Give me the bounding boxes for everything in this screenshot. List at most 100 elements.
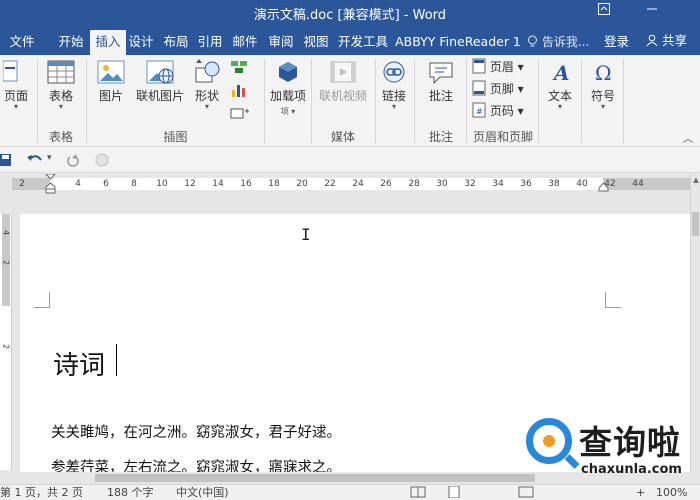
share-button[interactable]: 共享 [640, 28, 700, 55]
ruler-tick-label: 20 [296, 179, 308, 189]
group-separator [86, 59, 87, 143]
undo-icon[interactable] [26, 153, 44, 167]
share-label: 共享 [661, 33, 687, 48]
picture-button[interactable]: 图片 [93, 59, 129, 103]
i-beam-cursor-icon: I [301, 225, 311, 244]
group-separator [466, 59, 467, 143]
tab-design[interactable]: 设计 [126, 30, 156, 55]
vruler-tick-label: 4 [1, 229, 11, 236]
page-number-button[interactable]: # 页码 ▾ [472, 102, 524, 122]
ribbon-tabs: 文件 开始 插入 设计 布局 引用 邮件 审阅 视图 开发工具 ABBYY Fi… [0, 25, 700, 55]
tab-mailings[interactable]: 邮件 [228, 30, 262, 55]
status-bar: 第 1 页，共 2 页 188 个字 中文(中国) + 100% [0, 484, 700, 500]
ruler-tick-label: 22 [324, 179, 336, 189]
footer-button[interactable]: 页脚 ▾ [472, 80, 524, 100]
screenshot-icon[interactable] [230, 105, 250, 121]
site-watermark: 查询啦 chaxunla.com [521, 410, 699, 484]
comment-button[interactable]: 批注 [420, 59, 462, 103]
right-indent-marker[interactable] [598, 183, 609, 192]
vertical-ruler[interactable]: 4 2 2 [0, 214, 12, 470]
online-picture-label: 联机图片 [135, 89, 184, 103]
tell-me-box[interactable]: 告诉我... [527, 30, 589, 55]
minimize-icon[interactable] [640, 0, 664, 24]
ruler-tick-label: 6 [103, 179, 109, 189]
lightbulb-icon [527, 35, 542, 49]
group-separator [538, 59, 539, 143]
online-picture-icon [146, 60, 174, 84]
vruler-tick-label: 2 [1, 259, 11, 266]
chart-icon[interactable] [230, 82, 248, 98]
group-label-table: 表格 [48, 130, 73, 144]
indent-marker[interactable] [45, 174, 56, 194]
page-number-label: 页码 [489, 104, 514, 118]
document-paragraph[interactable]: 参差荇菜，左右流之。窈窕淑女，寤寐求之。 [51, 456, 341, 472]
crop-mark-right [605, 292, 621, 308]
vertical-scroll-thumb[interactable] [692, 212, 699, 236]
text-cursor [116, 344, 117, 376]
vruler-tick-label: 2 [1, 343, 11, 350]
ruler-tick-label: 26 [380, 179, 392, 189]
symbol-button[interactable]: Ω 符号 ▾ [586, 59, 620, 111]
ruler-tick-label: 16 [240, 179, 252, 189]
ruler-tick-label: 12 [184, 179, 196, 189]
tab-file[interactable]: 文件 [0, 30, 44, 55]
ribbon-display-icon[interactable] [592, 0, 616, 24]
tab-insert[interactable]: 插入 [90, 30, 126, 55]
tab-layout[interactable]: 布局 [160, 30, 192, 55]
ruler-tick-label: 32 [464, 179, 476, 189]
zoom-slider-icon[interactable]: + [636, 486, 645, 500]
ruler-tick-label: 38 [548, 179, 560, 189]
collapse-ribbon-icon[interactable]: ︿ [683, 130, 693, 145]
shapes-button[interactable]: 形状 ▾ [188, 59, 226, 111]
redo-icon[interactable] [66, 153, 80, 167]
text-button[interactable]: A 文本 ▾ [543, 59, 577, 111]
link-button[interactable]: 链接 ▾ [378, 59, 410, 111]
text-box-icon: A [552, 61, 570, 85]
header-button[interactable]: 页眉 ▾ [472, 58, 524, 78]
pages-button[interactable]: 页面 ▾ [0, 59, 32, 111]
pages-icon [3, 60, 18, 82]
addins-button[interactable]: 加载项 项 ▾ [268, 59, 308, 117]
tab-view[interactable]: 视图 [300, 30, 332, 55]
online-video-button[interactable]: 联机视频 [314, 59, 372, 103]
table-button[interactable]: 表格 ▾ [42, 59, 80, 111]
tab-review[interactable]: 审阅 [265, 30, 297, 55]
chevron-down-icon: ▾ [557, 102, 562, 111]
document-paragraph[interactable]: 关关雎鸠，在河之洲。窈窕淑女，君子好逑。 [51, 421, 341, 442]
smartart-icon[interactable] [230, 59, 248, 75]
picture-icon [97, 60, 125, 84]
word-count[interactable]: 188 个字 [107, 486, 154, 500]
read-mode-icon[interactable] [410, 486, 426, 500]
group-separator [375, 59, 376, 143]
text-label: 文本 [547, 89, 572, 103]
print-layout-icon[interactable] [446, 485, 462, 500]
picture-label: 图片 [98, 89, 123, 103]
zoom-level[interactable]: 100% [656, 486, 687, 500]
language-status[interactable]: 中文(中国) [176, 486, 229, 500]
save-icon[interactable] [0, 153, 12, 167]
online-picture-button[interactable]: 联机图片 [132, 59, 188, 103]
tab-developer[interactable]: 开发工具 [335, 30, 391, 55]
scroll-up-icon[interactable]: ▲ [691, 176, 700, 184]
document-heading[interactable]: 诗词 [53, 345, 105, 382]
ruler-tick-label: 8 [131, 179, 137, 189]
web-layout-icon[interactable] [518, 486, 534, 500]
page-count[interactable]: 第 1 页，共 2 页 [0, 486, 83, 500]
touch-mode-icon[interactable] [95, 153, 109, 167]
addins-label: 加载项 [269, 89, 306, 103]
tab-home[interactable]: 开始 [52, 30, 90, 55]
footer-icon [472, 80, 490, 96]
login-link[interactable]: 登录 [604, 30, 629, 54]
tab-references[interactable]: 引用 [194, 30, 226, 55]
ribbon-insert: 页面 ▾ 表格 ▾ 表格 图片 联机图片 形状 ▾ 插图 加载项 项 ▾ 联机视… [0, 55, 700, 147]
film-icon [330, 61, 356, 83]
undo-dropdown-icon[interactable]: ▾ [47, 153, 52, 163]
chevron-down-icon: ▾ [13, 102, 18, 111]
svg-text:#: # [476, 107, 483, 116]
page-number-icon: # [472, 102, 490, 118]
shapes-label: 形状 [194, 89, 219, 103]
horizontal-scroll-thumb[interactable] [95, 474, 535, 482]
table-icon [47, 60, 75, 84]
horizontal-ruler[interactable]: 2 4 6 8 10 12 14 16 18 20 22 24 26 28 30… [0, 174, 690, 194]
tab-abbyy[interactable]: ABBYY FineReader 1 [394, 30, 522, 55]
